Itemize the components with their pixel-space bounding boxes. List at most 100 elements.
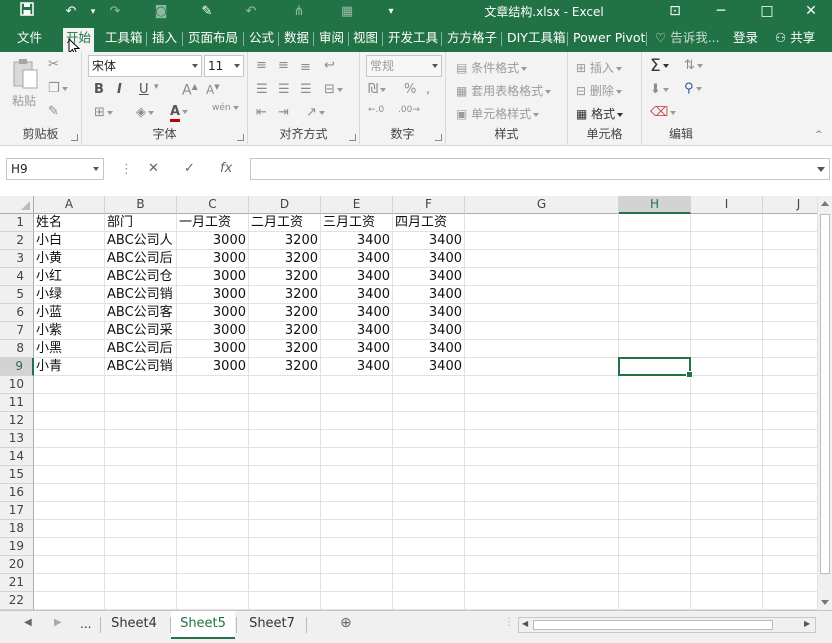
cell[interactable] <box>249 466 321 484</box>
paste-icon[interactable] <box>10 58 40 92</box>
row-header[interactable]: 15 <box>0 466 34 484</box>
cell[interactable] <box>393 466 465 484</box>
tab-file[interactable]: 文件 <box>14 28 45 52</box>
cell[interactable] <box>619 592 691 610</box>
column-header-b[interactable]: B <box>105 196 177 214</box>
cell[interactable] <box>249 394 321 412</box>
cell[interactable] <box>249 538 321 556</box>
cell[interactable]: 3000 <box>177 358 249 376</box>
underline-button[interactable]: U <box>139 82 149 97</box>
cell[interactable]: 3400 <box>393 250 465 268</box>
number-launcher-icon[interactable] <box>435 134 442 141</box>
scroll-right-icon[interactable]: ▶ <box>804 619 810 628</box>
cell[interactable] <box>691 358 763 376</box>
cell[interactable] <box>34 466 105 484</box>
decrease-decimal-icon[interactable]: .00→ <box>398 105 420 115</box>
row-header[interactable]: 3 <box>0 250 34 268</box>
cell[interactable]: ABC公司仓 <box>105 268 177 286</box>
cell[interactable] <box>691 574 763 592</box>
next-sheet-icon[interactable]: ▶ <box>54 617 62 628</box>
cell[interactable]: 小黑 <box>34 340 105 358</box>
ribbon-display-icon[interactable]: ⊡ <box>652 0 698 24</box>
cell[interactable] <box>393 520 465 538</box>
cell[interactable] <box>177 448 249 466</box>
column-header-a[interactable]: A <box>34 196 105 214</box>
cell[interactable] <box>393 484 465 502</box>
cell[interactable] <box>619 268 691 286</box>
accounting-format-icon[interactable]: ₪ <box>368 82 387 97</box>
row-header[interactable]: 5 <box>0 286 34 304</box>
cell[interactable]: 3000 <box>177 322 249 340</box>
sheet-tab-sheet7[interactable]: Sheet7 <box>238 611 306 639</box>
cancel-icon[interactable]: ✕ <box>148 161 159 176</box>
clear-icon[interactable]: ⌫ <box>650 105 677 120</box>
cell[interactable] <box>691 268 763 286</box>
column-header-i[interactable]: I <box>691 196 763 214</box>
cell[interactable] <box>691 520 763 538</box>
row-header[interactable]: 21 <box>0 574 34 592</box>
cell[interactable] <box>105 592 177 610</box>
collapse-ribbon-icon[interactable]: ^ <box>815 130 823 140</box>
cell[interactable] <box>105 520 177 538</box>
cell[interactable] <box>105 430 177 448</box>
cell[interactable] <box>619 232 691 250</box>
cell[interactable] <box>691 394 763 412</box>
cell[interactable] <box>321 538 393 556</box>
more-sheets-button[interactable]: ... <box>80 617 91 631</box>
percent-icon[interactable]: % <box>404 82 416 97</box>
tab-developer[interactable]: 开发工具 <box>385 28 441 52</box>
increase-indent-icon[interactable]: ⇥ <box>278 105 289 120</box>
cell[interactable] <box>691 214 763 232</box>
cell[interactable] <box>465 250 619 268</box>
tab-insert[interactable]: 插入 <box>149 28 180 52</box>
cell[interactable] <box>691 538 763 556</box>
cell[interactable]: 3200 <box>249 358 321 376</box>
login-button[interactable]: 登录 <box>730 28 761 52</box>
cell[interactable]: 3000 <box>177 268 249 286</box>
cell[interactable] <box>249 430 321 448</box>
cell[interactable] <box>321 448 393 466</box>
cell[interactable] <box>105 502 177 520</box>
cell[interactable]: 3400 <box>321 358 393 376</box>
align-left-icon[interactable]: ☰ <box>256 82 268 97</box>
row-header[interactable]: 10 <box>0 376 34 394</box>
cell[interactable] <box>105 448 177 466</box>
cell[interactable]: 3000 <box>177 340 249 358</box>
horizontal-scrollbar[interactable]: ◀ ▶ <box>518 617 816 633</box>
cell[interactable] <box>691 466 763 484</box>
autosum-icon[interactable]: Σ <box>650 56 669 76</box>
cell[interactable] <box>691 250 763 268</box>
cell[interactable] <box>691 502 763 520</box>
cell[interactable] <box>619 538 691 556</box>
cell[interactable] <box>619 556 691 574</box>
cell[interactable] <box>691 412 763 430</box>
cell[interactable]: 3400 <box>393 286 465 304</box>
cell[interactable] <box>619 214 691 232</box>
share-button[interactable]: ⚇ 共享 <box>772 28 818 52</box>
cell[interactable] <box>691 232 763 250</box>
cell[interactable] <box>249 376 321 394</box>
cell[interactable] <box>177 376 249 394</box>
cell[interactable] <box>619 250 691 268</box>
align-middle-icon[interactable]: ≡ <box>278 58 289 73</box>
name-box[interactable]: H9 <box>6 158 104 180</box>
cell[interactable] <box>321 592 393 610</box>
row-header[interactable]: 13 <box>0 430 34 448</box>
row-header[interactable]: 19 <box>0 538 34 556</box>
row-header[interactable]: 9 <box>0 358 34 376</box>
cell[interactable]: 3000 <box>177 304 249 322</box>
prev-sheet-icon[interactable]: ◀ <box>24 617 32 628</box>
column-header-f[interactable]: F <box>393 196 465 214</box>
row-header[interactable]: 14 <box>0 448 34 466</box>
cell[interactable] <box>393 592 465 610</box>
conditional-format-button[interactable]: ▤ 条件格式 <box>456 59 528 76</box>
cell[interactable]: 3200 <box>249 250 321 268</box>
cell[interactable] <box>105 466 177 484</box>
tab-page-layout[interactable]: 页面布局 <box>185 28 241 52</box>
cell[interactable]: 3400 <box>321 250 393 268</box>
cell[interactable] <box>321 412 393 430</box>
bold-button[interactable]: B <box>94 82 104 97</box>
cell[interactable] <box>34 556 105 574</box>
cell[interactable] <box>249 448 321 466</box>
formula-input[interactable] <box>250 158 830 180</box>
